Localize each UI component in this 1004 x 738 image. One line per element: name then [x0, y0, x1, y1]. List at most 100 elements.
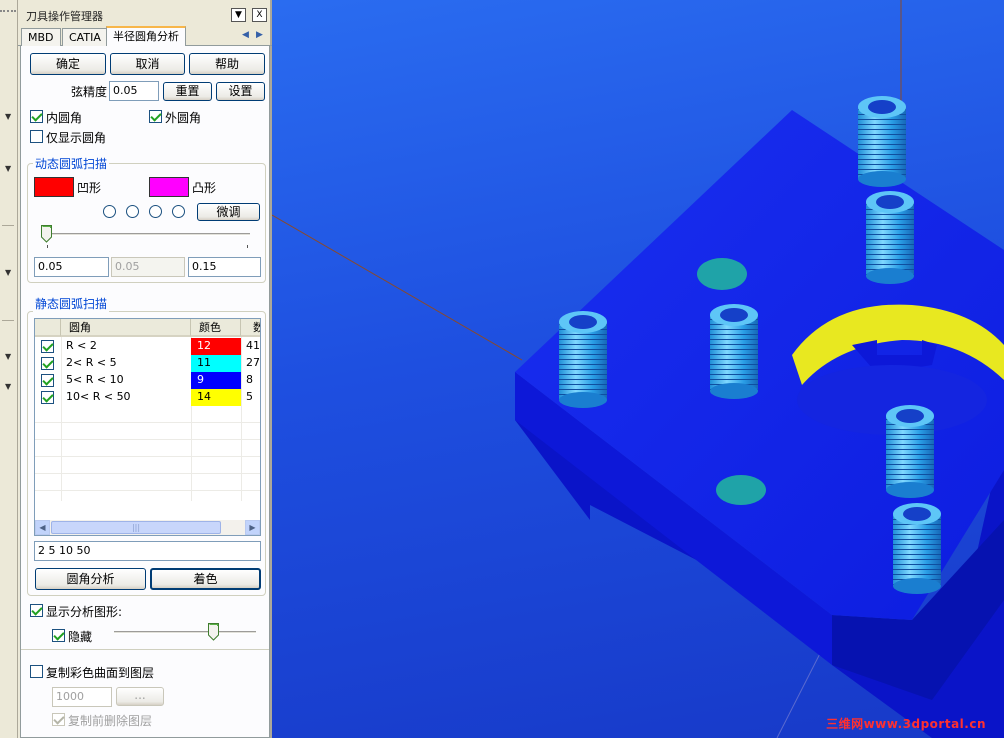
divider	[21, 649, 269, 650]
scan-radio-1[interactable]	[103, 205, 116, 218]
row-checkbox[interactable]	[41, 340, 54, 353]
panel-titlebar: 刀具操作管理器 ▼ X	[18, 6, 272, 24]
table-row[interactable]: 5< R < 10 9 8	[35, 372, 260, 389]
watermark: 三维网www.3dportal.cn	[826, 717, 986, 731]
convex-label: 凸形	[192, 181, 217, 195]
threaded-stud	[559, 311, 607, 408]
table-row[interactable]: 10< R < 50 14 5	[35, 389, 260, 406]
scan-current-field: 0.05	[111, 257, 185, 277]
settings-button[interactable]: 设置	[216, 82, 265, 101]
hide-label: 隐藏	[68, 630, 93, 644]
grid-line	[35, 473, 260, 474]
left-dock-strip: ▼ ▼ ▼ ▼ ▼	[0, 0, 18, 738]
show-graph-label: 显示分析图形:	[46, 605, 123, 619]
fillet-only-checkbox[interactable]	[30, 130, 43, 143]
scan-radio-2[interactable]	[126, 205, 139, 218]
concave-color-swatch[interactable]	[34, 177, 74, 197]
cancel-button[interactable]: 取消	[110, 53, 185, 75]
tab-catia[interactable]: CATIA	[62, 28, 108, 46]
fillet-only-label: 仅显示圆角	[46, 131, 107, 145]
delete-layer-label: 复制前删除图层	[68, 714, 153, 728]
copy-to-layer-label: 复制彩色曲面到图层	[46, 666, 155, 680]
color-cell[interactable]: 14	[191, 389, 241, 406]
fine-tune-button[interactable]: 微调	[197, 203, 260, 221]
tab-radius-fillet-analysis[interactable]: 半径圆角分析	[106, 26, 186, 47]
row-checkbox[interactable]	[41, 357, 54, 370]
grid-line	[35, 439, 260, 440]
table-row[interactable]: 2< R < 5 11 270	[35, 355, 260, 372]
color-cell[interactable]: 9	[191, 372, 241, 389]
divider	[2, 320, 14, 321]
table-header-fillet[interactable]: 圆角	[61, 319, 191, 337]
dock-arrow-icon[interactable]: ▼	[5, 352, 11, 361]
hide-checkbox[interactable]	[52, 629, 65, 642]
grid-line	[35, 490, 260, 491]
3d-model-view[interactable]	[272, 0, 1004, 738]
transparency-slider[interactable]	[114, 631, 256, 634]
scan-radio-4[interactable]	[172, 205, 185, 218]
browse-layer-button: ...	[116, 687, 164, 706]
color-cell[interactable]: 12	[191, 338, 241, 355]
threshold-values-input[interactable]: 2 5 10 50	[34, 541, 261, 561]
dock-arrow-icon[interactable]: ▼	[5, 268, 11, 277]
colorize-button[interactable]: 着色	[150, 568, 261, 590]
dynamic-scan-slider[interactable]	[41, 233, 250, 236]
row-checkbox[interactable]	[41, 374, 54, 387]
axis-line	[272, 214, 523, 361]
threaded-stud	[858, 96, 906, 187]
scrollbar-thumb[interactable]: |||	[51, 521, 221, 534]
threaded-stud	[893, 503, 941, 594]
scan-max-field[interactable]: 0.15	[188, 257, 261, 277]
concave-label: 凹形	[77, 181, 102, 195]
table-row[interactable]: R < 2 12 41	[35, 338, 260, 355]
table-header-check	[35, 319, 61, 337]
scroll-right-icon[interactable]: ▶	[245, 520, 260, 535]
panel-title: 刀具操作管理器	[26, 10, 103, 23]
dock-arrow-icon[interactable]: ▼	[5, 112, 11, 121]
convex-color-swatch[interactable]	[149, 177, 189, 197]
tab-mbd[interactable]: MBD	[21, 28, 61, 46]
scroll-left-icon[interactable]: ◀	[35, 520, 50, 535]
chevron-down-icon: ▼	[235, 10, 242, 20]
dock-arrow-icon[interactable]: ▼	[5, 164, 11, 173]
grid-line	[35, 456, 260, 457]
dock-arrow-icon[interactable]: ▼	[5, 382, 11, 391]
scan-radio-3[interactable]	[149, 205, 162, 218]
static-scan-title: 静态圆弧扫描	[33, 295, 110, 312]
help-button[interactable]: 帮助	[189, 53, 265, 75]
slider-tick	[247, 245, 248, 248]
transparency-slider-thumb[interactable]	[208, 623, 220, 641]
range-cell: 2< R < 5	[66, 356, 117, 369]
table-header-color[interactable]: 颜色	[191, 319, 241, 337]
layer-number-input: 1000	[52, 687, 112, 707]
dock-grip[interactable]	[0, 10, 16, 12]
range-cell: R < 2	[66, 339, 97, 352]
tab-scroll-right-icon[interactable]: ▶	[256, 30, 263, 40]
color-cell[interactable]: 11	[191, 355, 241, 372]
table-horizontal-scrollbar[interactable]: ◀ ||| ▶	[35, 520, 260, 535]
reset-button[interactable]: 重置	[163, 82, 212, 101]
chord-precision-input[interactable]: 0.05	[109, 81, 159, 101]
threaded-stud	[886, 405, 934, 498]
fillet-analysis-button[interactable]: 圆角分析	[35, 568, 146, 590]
count-cell: 5	[246, 390, 253, 403]
threaded-stud	[710, 304, 758, 399]
row-checkbox[interactable]	[41, 391, 54, 404]
outer-fillet-label: 外圆角	[165, 111, 202, 125]
ok-button[interactable]: 确定	[30, 53, 106, 75]
outer-fillet-checkbox[interactable]	[149, 110, 162, 123]
copy-to-layer-checkbox[interactable]	[30, 665, 43, 678]
slider-tick	[47, 245, 48, 248]
scan-min-field[interactable]: 0.05	[34, 257, 109, 277]
count-cell: 41	[246, 339, 260, 352]
count-cell: 8	[246, 373, 253, 386]
table-header-count[interactable]: 数	[241, 319, 260, 337]
3d-viewport[interactable]: 三维网www.3dportal.cn	[272, 0, 1004, 738]
panel-close-button[interactable]: X	[252, 8, 267, 22]
tab-scroll-left-icon[interactable]: ◀	[242, 30, 249, 40]
panel-menu-button[interactable]: ▼	[231, 8, 246, 22]
inner-fillet-checkbox[interactable]	[30, 110, 43, 123]
close-icon: X	[256, 10, 263, 20]
dynamic-scan-slider-thumb[interactable]	[41, 225, 52, 243]
show-graph-checkbox[interactable]	[30, 604, 43, 617]
